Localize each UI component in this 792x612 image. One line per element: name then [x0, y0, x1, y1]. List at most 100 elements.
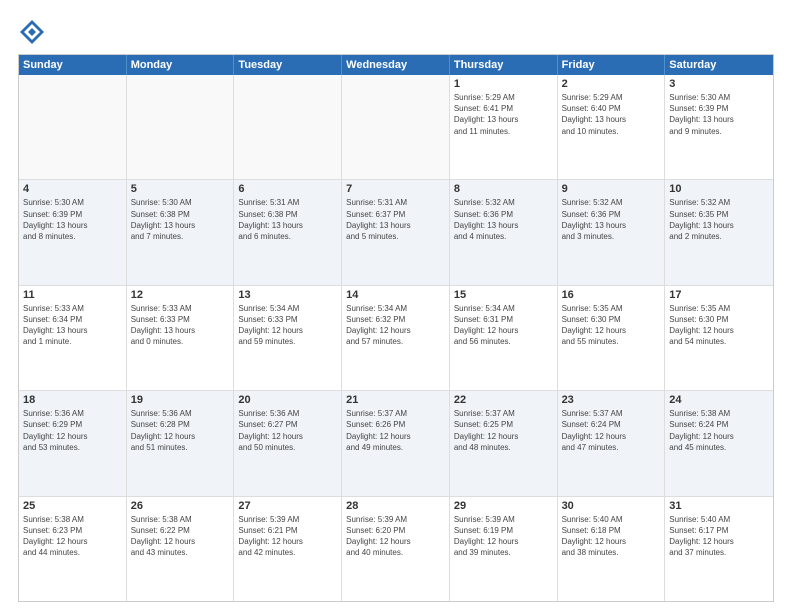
day-info: Sunrise: 5:34 AM Sunset: 6:32 PM Dayligh…: [346, 303, 445, 348]
calendar-header: SundayMondayTuesdayWednesdayThursdayFrid…: [19, 55, 773, 75]
day-cell-15: 15 Sunrise: 5:34 AM Sunset: 6:31 PM Dayli…: [450, 286, 558, 390]
day-number: 22: [454, 394, 553, 406]
day-number: 29: [454, 500, 553, 512]
empty-cell: [127, 75, 235, 179]
day-cell-19: 19 Sunrise: 5:36 AM Sunset: 6:28 PM Dayli…: [127, 391, 235, 495]
day-info: Sunrise: 5:32 AM Sunset: 6:36 PM Dayligh…: [454, 197, 553, 242]
calendar-week-3: 11 Sunrise: 5:33 AM Sunset: 6:34 PM Dayli…: [19, 286, 773, 391]
day-info: Sunrise: 5:39 AM Sunset: 6:19 PM Dayligh…: [454, 514, 553, 559]
day-cell-11: 11 Sunrise: 5:33 AM Sunset: 6:34 PM Dayli…: [19, 286, 127, 390]
day-info: Sunrise: 5:39 AM Sunset: 6:20 PM Dayligh…: [346, 514, 445, 559]
day-info: Sunrise: 5:30 AM Sunset: 6:39 PM Dayligh…: [23, 197, 122, 242]
day-cell-13: 13 Sunrise: 5:34 AM Sunset: 6:33 PM Dayli…: [234, 286, 342, 390]
calendar-body: 1 Sunrise: 5:29 AM Sunset: 6:41 PM Daylig…: [19, 75, 773, 601]
day-number: 27: [238, 500, 337, 512]
empty-cell: [234, 75, 342, 179]
day-number: 1: [454, 78, 553, 90]
day-number: 6: [238, 183, 337, 195]
day-info: Sunrise: 5:32 AM Sunset: 6:36 PM Dayligh…: [562, 197, 661, 242]
day-cell-18: 18Sunrise: 5:36 AM Sunset: 6:29 PM Dayli…: [19, 391, 127, 495]
day-info: Sunrise: 5:33 AM Sunset: 6:34 PM Dayligh…: [23, 303, 122, 348]
day-number: 13: [238, 289, 337, 301]
day-cell-17: 17 Sunrise: 5:35 AM Sunset: 6:30 PM Dayli…: [665, 286, 773, 390]
day-number: 19: [131, 394, 230, 406]
day-number: 8: [454, 183, 553, 195]
day-info: Sunrise: 5:33 AM Sunset: 6:33 PM Dayligh…: [131, 303, 230, 348]
day-info: Sunrise: 5:40 AM Sunset: 6:17 PM Dayligh…: [669, 514, 769, 559]
day-number: 31: [669, 500, 769, 512]
day-cell-21: 21Sunrise: 5:37 AM Sunset: 6:26 PM Dayli…: [342, 391, 450, 495]
day-info: Sunrise: 5:40 AM Sunset: 6:18 PM Dayligh…: [562, 514, 661, 559]
day-info: Sunrise: 5:38 AM Sunset: 6:22 PM Dayligh…: [131, 514, 230, 559]
day-cell-12: 12 Sunrise: 5:33 AM Sunset: 6:33 PM Dayli…: [127, 286, 235, 390]
day-cell-4: 4 Sunrise: 5:30 AM Sunset: 6:39 PM Daylig…: [19, 180, 127, 284]
day-cell-9: 9 Sunrise: 5:32 AM Sunset: 6:36 PM Daylig…: [558, 180, 666, 284]
day-cell-31: 31 Sunrise: 5:40 AM Sunset: 6:17 PM Dayli…: [665, 497, 773, 601]
day-number: 26: [131, 500, 230, 512]
day-number: 9: [562, 183, 661, 195]
empty-cell: [19, 75, 127, 179]
day-info: Sunrise: 5:35 AM Sunset: 6:30 PM Dayligh…: [562, 303, 661, 348]
day-header-monday: Monday: [127, 55, 235, 75]
day-cell-29: 29 Sunrise: 5:39 AM Sunset: 6:19 PM Dayli…: [450, 497, 558, 601]
calendar-week-1: 1 Sunrise: 5:29 AM Sunset: 6:41 PM Daylig…: [19, 75, 773, 180]
day-number: 28: [346, 500, 445, 512]
day-cell-27: 27Sunrise: 5:39 AM Sunset: 6:21 PM Dayli…: [234, 497, 342, 601]
day-cell-23: 23 Sunrise: 5:37 AM Sunset: 6:24 PM Dayli…: [558, 391, 666, 495]
day-number: 5: [131, 183, 230, 195]
logo: [18, 18, 50, 46]
day-cell-16: 16Sunrise: 5:35 AM Sunset: 6:30 PM Dayli…: [558, 286, 666, 390]
day-info: Sunrise: 5:37 AM Sunset: 6:24 PM Dayligh…: [562, 408, 661, 453]
calendar: SundayMondayTuesdayWednesdayThursdayFrid…: [18, 54, 774, 602]
day-info: Sunrise: 5:34 AM Sunset: 6:31 PM Dayligh…: [454, 303, 553, 348]
day-info: Sunrise: 5:36 AM Sunset: 6:29 PM Dayligh…: [23, 408, 122, 453]
calendar-week-4: 18Sunrise: 5:36 AM Sunset: 6:29 PM Dayli…: [19, 391, 773, 496]
day-cell-5: 5 Sunrise: 5:30 AM Sunset: 6:38 PM Daylig…: [127, 180, 235, 284]
day-header-saturday: Saturday: [665, 55, 773, 75]
day-info: Sunrise: 5:36 AM Sunset: 6:28 PM Dayligh…: [131, 408, 230, 453]
day-info: Sunrise: 5:37 AM Sunset: 6:26 PM Dayligh…: [346, 408, 445, 453]
day-number: 15: [454, 289, 553, 301]
day-number: 23: [562, 394, 661, 406]
day-number: 30: [562, 500, 661, 512]
calendar-page: SundayMondayTuesdayWednesdayThursdayFrid…: [0, 0, 792, 612]
day-info: Sunrise: 5:29 AM Sunset: 6:40 PM Dayligh…: [562, 92, 661, 137]
day-info: Sunrise: 5:29 AM Sunset: 6:41 PM Dayligh…: [454, 92, 553, 137]
empty-cell: [342, 75, 450, 179]
day-cell-8: 8 Sunrise: 5:32 AM Sunset: 6:36 PM Daylig…: [450, 180, 558, 284]
day-cell-28: 28 Sunrise: 5:39 AM Sunset: 6:20 PM Dayli…: [342, 497, 450, 601]
day-cell-7: 7Sunrise: 5:31 AM Sunset: 6:37 PM Daylig…: [342, 180, 450, 284]
day-number: 7: [346, 183, 445, 195]
day-info: Sunrise: 5:37 AM Sunset: 6:25 PM Dayligh…: [454, 408, 553, 453]
day-number: 24: [669, 394, 769, 406]
day-info: Sunrise: 5:31 AM Sunset: 6:38 PM Dayligh…: [238, 197, 337, 242]
day-cell-14: 14 Sunrise: 5:34 AM Sunset: 6:32 PM Dayli…: [342, 286, 450, 390]
page-header: [18, 18, 774, 46]
day-cell-3: 3 Sunrise: 5:30 AM Sunset: 6:39 PM Daylig…: [665, 75, 773, 179]
day-number: 14: [346, 289, 445, 301]
day-cell-6: 6 Sunrise: 5:31 AM Sunset: 6:38 PM Daylig…: [234, 180, 342, 284]
day-header-friday: Friday: [558, 55, 666, 75]
day-cell-25: 25Sunrise: 5:38 AM Sunset: 6:23 PM Dayli…: [19, 497, 127, 601]
day-number: 20: [238, 394, 337, 406]
day-info: Sunrise: 5:35 AM Sunset: 6:30 PM Dayligh…: [669, 303, 769, 348]
day-header-thursday: Thursday: [450, 55, 558, 75]
day-number: 2: [562, 78, 661, 90]
day-info: Sunrise: 5:38 AM Sunset: 6:23 PM Dayligh…: [23, 514, 122, 559]
day-info: Sunrise: 5:38 AM Sunset: 6:24 PM Dayligh…: [669, 408, 769, 453]
day-number: 11: [23, 289, 122, 301]
day-info: Sunrise: 5:30 AM Sunset: 6:39 PM Dayligh…: [669, 92, 769, 137]
day-cell-22: 22 Sunrise: 5:37 AM Sunset: 6:25 PM Dayli…: [450, 391, 558, 495]
day-cell-30: 30 Sunrise: 5:40 AM Sunset: 6:18 PM Dayli…: [558, 497, 666, 601]
logo-icon: [18, 18, 46, 46]
day-info: Sunrise: 5:34 AM Sunset: 6:33 PM Dayligh…: [238, 303, 337, 348]
day-number: 12: [131, 289, 230, 301]
day-info: Sunrise: 5:30 AM Sunset: 6:38 PM Dayligh…: [131, 197, 230, 242]
day-number: 3: [669, 78, 769, 90]
day-number: 4: [23, 183, 122, 195]
day-number: 17: [669, 289, 769, 301]
day-cell-26: 26 Sunrise: 5:38 AM Sunset: 6:22 PM Dayli…: [127, 497, 235, 601]
day-cell-2: 2 Sunrise: 5:29 AM Sunset: 6:40 PM Daylig…: [558, 75, 666, 179]
day-header-tuesday: Tuesday: [234, 55, 342, 75]
day-cell-10: 10Sunrise: 5:32 AM Sunset: 6:35 PM Dayli…: [665, 180, 773, 284]
